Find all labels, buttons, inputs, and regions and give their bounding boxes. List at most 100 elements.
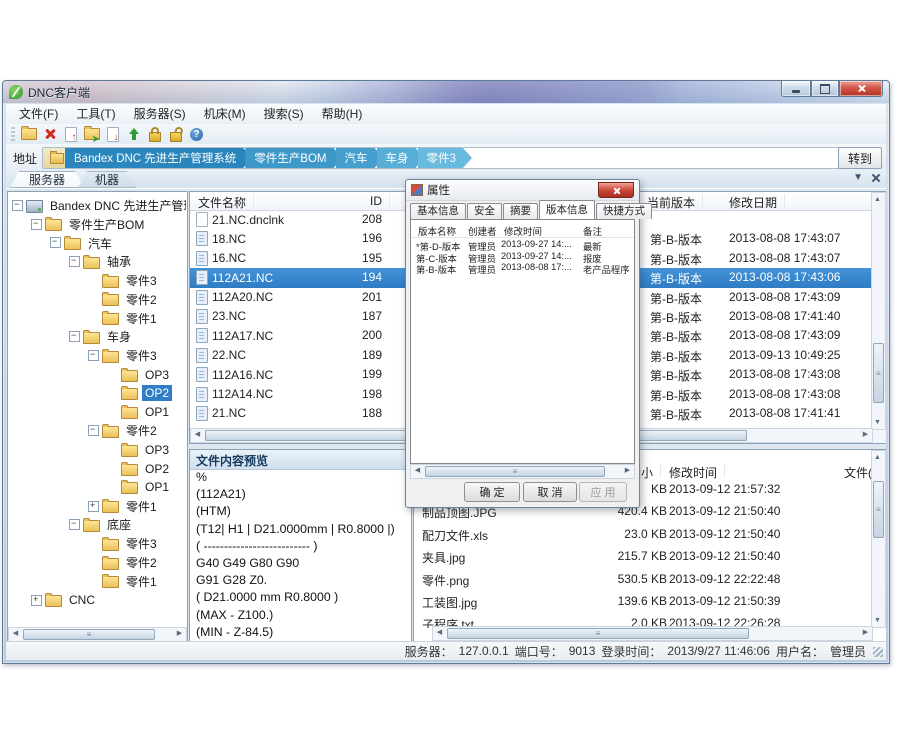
minimize-button[interactable] [781,81,811,97]
tree-node[interactable]: 零件1 [8,497,186,516]
tab-server[interactable]: 服务器 [10,171,84,188]
preview-line: % [190,469,411,486]
tree-node[interactable]: OP2 [8,384,186,403]
tree-node[interactable]: OP3 [8,440,186,459]
dialog-tab[interactable]: 版本信息 [539,200,595,219]
tree-node[interactable]: 汽车 [8,234,186,253]
table-row[interactable]: *第-D-版本 管理员 2013-09-27 14:... 最新 [411,239,634,251]
ok-button[interactable]: 确 定 [464,482,520,502]
tree-node[interactable]: OP1 [8,403,186,422]
table-row[interactable]: 第-B-版本 管理员 2013-08-08 17:... 老产品程序 [411,262,634,274]
column-header-version[interactable]: 当前版本 [647,194,695,211]
column-header-id[interactable]: ID [340,194,382,208]
menu-item[interactable]: 文件(F) [10,105,67,124]
tree-node[interactable]: 零件2 [8,290,186,309]
menu-item[interactable]: 帮助(H) [313,105,372,124]
tree-horizontal-scrollbar[interactable]: ◀ ▶ ≡ [8,627,187,642]
upload-file-button[interactable]: ↑ [61,126,80,143]
download-file-button[interactable]: ↓ [103,126,122,143]
tree-node[interactable]: 车身 [8,328,186,347]
tab-machine[interactable]: 机器 [78,171,136,188]
tree-expand-toggle[interactable] [88,501,99,512]
tree-expand-toggle[interactable] [88,425,99,436]
column-header-name[interactable]: 文件名称 [198,194,246,211]
dialog-tab[interactable]: 安全 [467,203,502,219]
tree-node[interactable]: 零件1 [8,309,186,328]
table-row[interactable]: 工装图.jpg 139.6 KB 2013-09-12 21:50:39 [414,592,872,614]
close-pane-icon[interactable] [871,173,880,182]
tree-node-label: 零件2 [123,553,160,572]
close-button[interactable] [839,81,883,97]
dialog-close-button[interactable] [598,182,634,198]
chevron-down-icon[interactable]: ▼ [853,172,863,183]
tree-expand-toggle[interactable] [12,200,23,211]
tree-expand-toggle[interactable] [31,219,42,230]
column-header-modified-time[interactable]: 修改时间 [504,224,542,238]
tree-expand-toggle[interactable] [69,519,80,530]
folder-icon [102,576,119,588]
menu-item[interactable]: 搜索(S) [255,105,313,124]
tree-expand-toggle[interactable] [69,256,80,267]
new-folder-button[interactable] [19,126,38,143]
tree-node[interactable]: 零件3 [8,534,186,553]
tree-node[interactable]: Bandex DNC 先进生产管理系统 [8,196,186,215]
table-row[interactable]: 零件.png 530.5 KB 2013-09-12 22:22:48 [414,570,872,592]
tree-node[interactable]: 零件生产BOM [8,215,186,234]
dialog-tab[interactable]: 摘要 [503,203,538,219]
dialog-tab[interactable]: 基本信息 [410,203,466,219]
go-button[interactable]: 转到 [838,147,882,169]
tree-expand-toggle[interactable] [69,331,80,342]
lock-button[interactable] [145,126,164,143]
tree-node[interactable]: OP2 [8,459,186,478]
file-id-cell: 200 [340,328,382,342]
column-header-modified[interactable]: 修改时间 [669,464,717,481]
menu-item[interactable]: 机床(M) [195,105,255,124]
menu-item[interactable]: 服务器(S) [125,105,195,124]
dialog-tab[interactable]: 快捷方式 [596,203,652,219]
tree-node[interactable]: OP3 [8,365,186,384]
tree-node[interactable]: CNC [8,591,186,610]
table-row[interactable]: 配刀文件.xls 23.0 KB 2013-09-12 21:50:40 [414,525,872,547]
column-header-version-name[interactable]: 版本名称 [418,224,456,238]
related-files-vertical-scrollbar[interactable]: ▲ ▼ ≡ [871,450,886,628]
toolbar-grip[interactable] [11,127,15,141]
file-date-cell: 2013-08-08 17:43:09 [729,328,871,342]
tree-node[interactable]: 零件2 [8,553,186,572]
breadcrumb-segment[interactable]: OP2 [465,148,513,168]
maximize-button[interactable] [811,81,839,97]
table-row[interactable]: 第-C-版本 管理员 2013-09-27 14:... 报废 [411,251,634,263]
tree-expand-toggle[interactable] [88,350,99,361]
apply-button[interactable]: 应 用 [579,482,627,502]
breadcrumb-segment[interactable]: 零件生产BOM [245,148,342,168]
table-row[interactable]: 夹具.jpg 215.7 KB 2013-09-12 21:50:40 [414,547,872,569]
title-bar[interactable]: DNC客户端 [3,81,889,103]
resize-grip[interactable] [873,647,883,657]
breadcrumb-segment[interactable]: 零件3 [418,148,472,168]
tree-node[interactable]: 轴承 [8,252,186,271]
tree-node[interactable]: 底座 [8,516,186,535]
tree-expand-toggle[interactable] [31,595,42,606]
related-files-horizontal-scrollbar[interactable]: ◀ ▶ ≡ [432,626,873,641]
breadcrumb-segment[interactable]: Bandex DNC 先进生产管理系统 [65,148,252,168]
tree-node[interactable]: 零件3 [8,346,186,365]
tree-node[interactable]: OP1 [8,478,186,497]
tree-node[interactable]: 零件3 [8,271,186,290]
tree-expand-toggle[interactable] [50,237,61,248]
send-folder-button[interactable]: ➤ [82,126,101,143]
delete-button[interactable] [40,126,59,143]
dialog-horizontal-scrollbar[interactable]: ◀ ▶ ≡ [410,464,635,479]
cancel-button[interactable]: 取 消 [523,482,577,502]
column-header-note[interactable]: 备注 [583,224,602,238]
file-list-vertical-scrollbar[interactable]: ▲ ▼ ≡ [871,192,886,430]
tree-node[interactable]: 零件2 [8,422,186,441]
column-header-date[interactable]: 修改日期 [729,194,777,211]
unlock-button[interactable] [166,126,185,143]
breadcrumb-segment[interactable]: 汽车 [336,148,384,168]
tree-node[interactable]: 零件1 [8,572,186,591]
breadcrumb-segment[interactable]: 车身 [377,148,425,168]
upload-button[interactable] [124,126,143,143]
properties-icon [411,184,423,196]
menu-item[interactable]: 工具(T) [67,105,124,124]
help-button[interactable]: ? [187,126,206,143]
column-header-creator[interactable]: 创建者 [468,224,497,238]
